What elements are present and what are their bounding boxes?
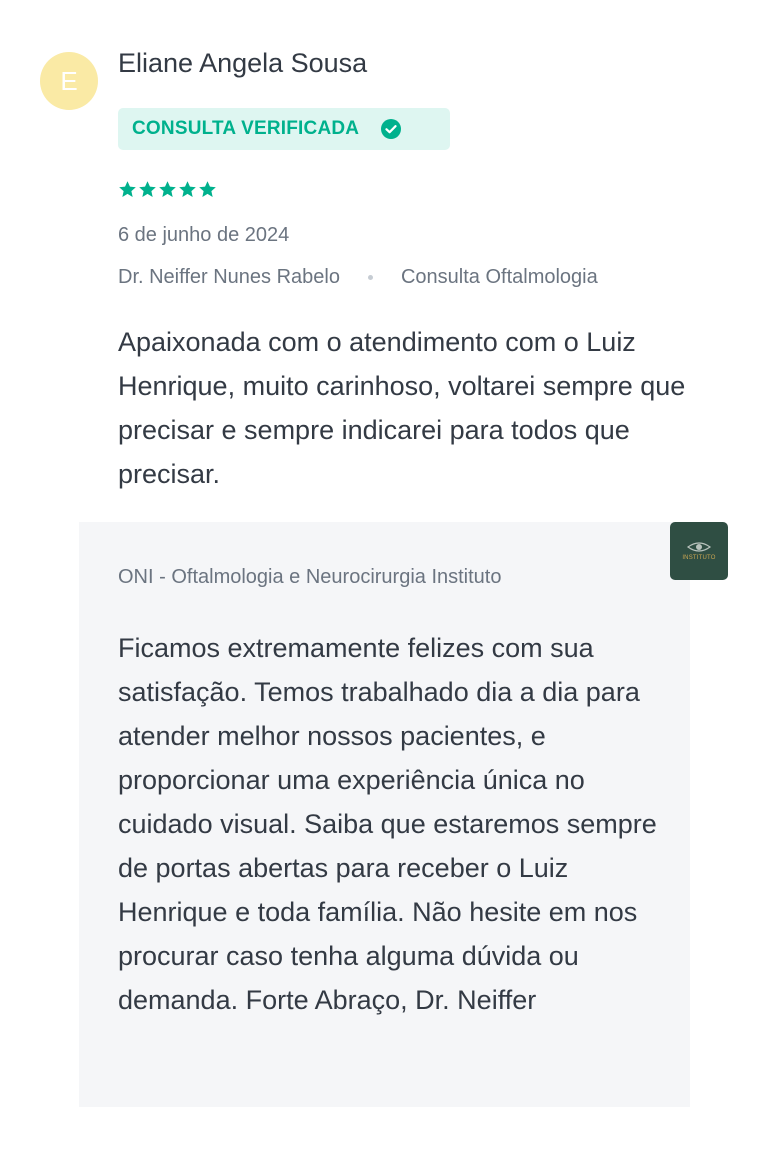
star-icon [199, 181, 216, 197]
verified-badge: CONSULTA VERIFICADA [118, 108, 450, 150]
review-meta: Dr. Neiffer Nunes Rabelo Consulta Oftalm… [118, 266, 598, 289]
star-icon [159, 181, 176, 197]
clinic-logo: INSTITUTO [670, 522, 728, 580]
logo-text: INSTITUTO [682, 555, 716, 561]
star-rating [118, 180, 217, 199]
reply-author: ONI - Oftalmologia e Neurocirurgia Insti… [118, 566, 502, 588]
review-date: 6 de junho de 2024 [118, 224, 290, 246]
star-icon [179, 181, 196, 197]
doctor-link[interactable]: Dr. Neiffer Nunes Rabelo [118, 266, 340, 289]
avatar-initial: E [60, 65, 78, 96]
star-icon [119, 181, 136, 197]
review-text: Apaixonada com o atendimento com o Luiz … [118, 327, 686, 489]
separator-dot [367, 275, 373, 280]
reviewer-name: Eliane Angela Sousa [118, 48, 368, 78]
avatar: E [40, 52, 98, 110]
eye-icon [687, 542, 711, 552]
service-name: Consulta Oftalmologia [400, 266, 598, 288]
verified-label: CONSULTA VERIFICADA [132, 118, 360, 139]
star-icon [139, 181, 156, 197]
reply-text: Ficamos extremamente felizes com sua sat… [118, 633, 657, 1015]
check-circle-icon [381, 119, 402, 139]
